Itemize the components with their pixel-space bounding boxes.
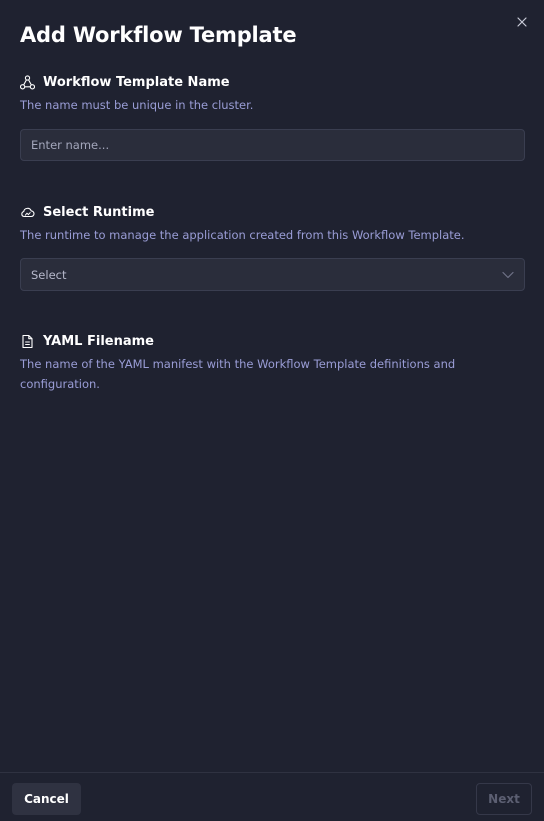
yaml-title: YAML Filename: [43, 333, 154, 349]
runtime-description: The runtime to manage the application cr…: [20, 228, 465, 242]
runtime-title: Select Runtime: [43, 204, 155, 220]
next-button[interactable]: Next: [476, 783, 532, 815]
file-icon: [20, 334, 35, 349]
dialog-footer: Cancel Next: [0, 772, 544, 821]
template-name-input[interactable]: [20, 129, 525, 161]
dialog-title: Add Workflow Template: [20, 23, 297, 47]
template-name-description: The name must be unique in the cluster.: [20, 98, 254, 112]
template-name-section: Workflow Template Name The name must be …: [20, 72, 525, 161]
template-name-title: Workflow Template Name: [43, 74, 230, 90]
cloud-icon: [20, 205, 35, 220]
add-workflow-template-dialog: Add Workflow Template Workflow Template …: [0, 0, 544, 821]
yaml-section: YAML Filename The name of the YAML manif…: [20, 331, 525, 394]
yaml-description: The name of the YAML manifest with the W…: [20, 357, 456, 391]
close-icon: [517, 17, 527, 27]
close-button[interactable]: [514, 14, 530, 30]
workflow-icon: [20, 74, 35, 90]
runtime-select-value: Select: [31, 267, 67, 282]
runtime-select[interactable]: Select: [20, 258, 525, 291]
runtime-section: Select Runtime The runtime to manage the…: [20, 202, 525, 291]
chevron-down-icon: [502, 271, 514, 278]
cancel-button[interactable]: Cancel: [12, 783, 81, 815]
